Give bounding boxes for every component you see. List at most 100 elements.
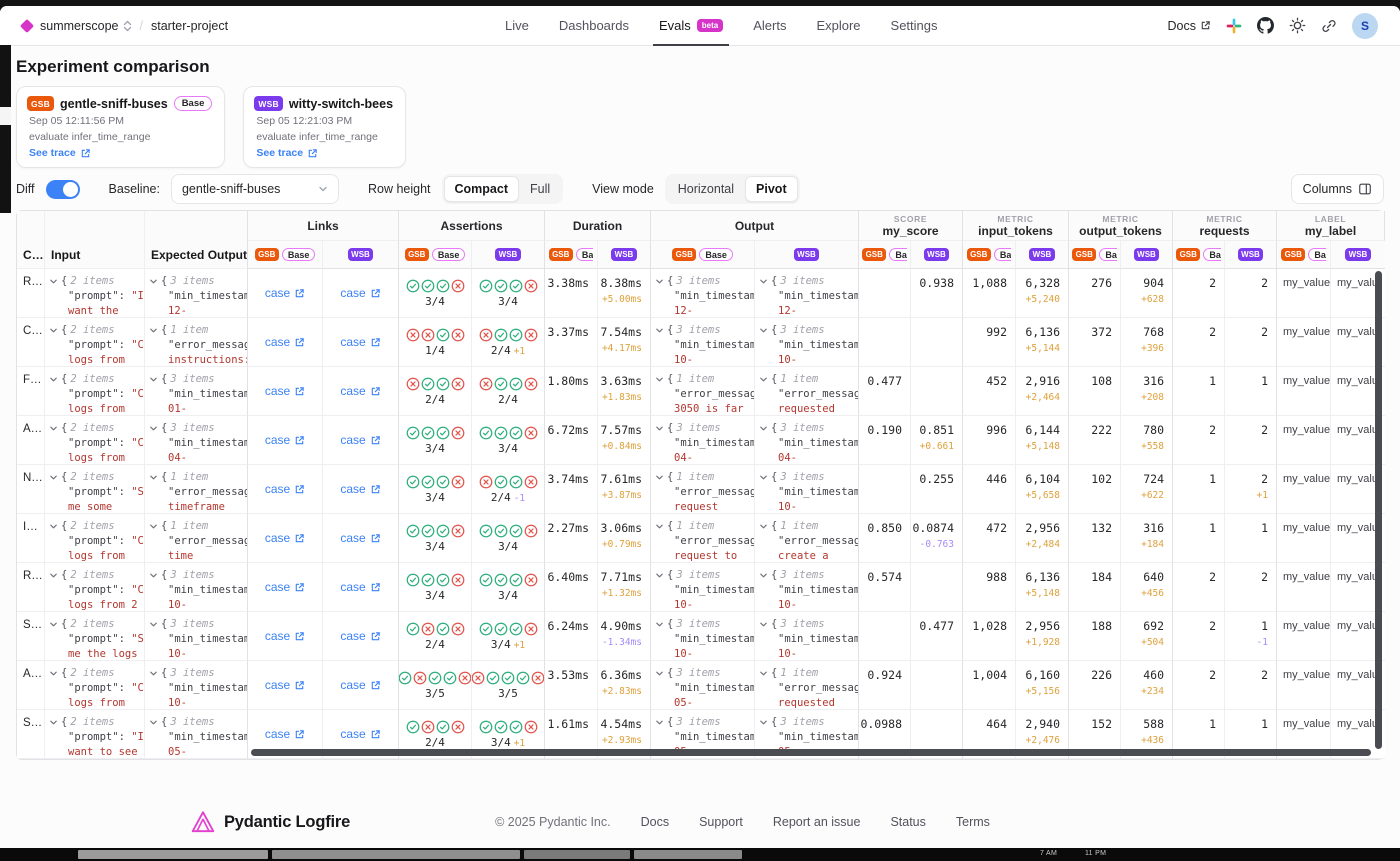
tab-evals[interactable]: Evalsbeta xyxy=(659,6,723,46)
expand-chevron-icon[interactable] xyxy=(759,424,768,433)
expand-chevron-icon[interactable] xyxy=(655,620,664,629)
diff-toggle[interactable] xyxy=(46,180,80,199)
value: 0.0874 xyxy=(912,521,954,535)
expand-chevron-icon[interactable] xyxy=(149,571,158,580)
expand-chevron-icon[interactable] xyxy=(149,522,158,531)
expand-chevron-icon[interactable] xyxy=(49,669,58,678)
pass-icon xyxy=(428,671,442,685)
footer-link-status[interactable]: Status xyxy=(890,815,925,829)
expand-chevron-icon[interactable] xyxy=(149,620,158,629)
case-link[interactable]: case xyxy=(340,629,380,643)
expand-chevron-icon[interactable] xyxy=(149,718,158,727)
case-id-cell: N… xyxy=(17,465,45,514)
see-trace-link[interactable]: See trace xyxy=(254,147,393,159)
tab-settings[interactable]: Settings xyxy=(891,6,938,46)
case-link[interactable]: case xyxy=(340,335,380,349)
expand-chevron-icon[interactable] xyxy=(759,522,768,531)
case-link[interactable]: case xyxy=(340,580,380,594)
expand-chevron-icon[interactable] xyxy=(49,375,58,384)
expand-chevron-icon[interactable] xyxy=(49,522,58,531)
tab-explore[interactable]: Explore xyxy=(816,6,860,46)
org-switcher[interactable]: summerscope xyxy=(40,19,132,33)
expand-chevron-icon[interactable] xyxy=(655,571,664,580)
row-height-toggle-option-compact[interactable]: Compact xyxy=(444,176,519,202)
expand-chevron-icon[interactable] xyxy=(759,277,768,286)
footer-link-support[interactable]: Support xyxy=(699,815,743,829)
case-link[interactable]: case xyxy=(265,482,305,496)
expand-chevron-icon[interactable] xyxy=(759,571,768,580)
expand-chevron-icon[interactable] xyxy=(49,424,58,433)
expected-output-cell: {1 item"error_messageinstructions: xyxy=(145,318,248,367)
pass-icon xyxy=(509,573,523,587)
expand-chevron-icon[interactable] xyxy=(655,522,664,531)
expand-chevron-icon[interactable] xyxy=(759,620,768,629)
case-link[interactable]: case xyxy=(340,384,380,398)
case-link[interactable]: case xyxy=(340,678,380,692)
expand-chevron-icon[interactable] xyxy=(49,571,58,580)
case-link[interactable]: case xyxy=(265,384,305,398)
expand-chevron-icon[interactable] xyxy=(655,718,664,727)
view-mode-toggle-option-horizontal[interactable]: Horizontal xyxy=(667,176,745,202)
expand-chevron-icon[interactable] xyxy=(759,669,768,678)
case-link[interactable]: case xyxy=(340,433,380,447)
case-link[interactable]: case xyxy=(265,629,305,643)
slack-icon[interactable] xyxy=(1226,18,1242,34)
expand-chevron-icon[interactable] xyxy=(49,620,58,629)
json-key: "prompt": xyxy=(68,388,125,400)
case-link[interactable]: case xyxy=(265,727,305,741)
view-mode-toggle-option-pivot[interactable]: Pivot xyxy=(745,176,798,202)
case-link[interactable]: case xyxy=(340,286,380,300)
case-link-cell-gsb: case xyxy=(248,318,323,367)
case-link[interactable]: case xyxy=(265,678,305,692)
case-link[interactable]: case xyxy=(265,531,305,545)
item-count: 1 item xyxy=(170,519,208,534)
columns-button[interactable]: Columns xyxy=(1291,174,1384,204)
output-cell-wsb: {3 items"min_timestamp10- xyxy=(755,318,859,367)
theme-icon[interactable] xyxy=(1289,17,1306,34)
case-link[interactable]: case xyxy=(265,286,305,300)
see-trace-label: See trace xyxy=(256,147,303,159)
docs-link[interactable]: Docs xyxy=(1168,19,1211,33)
expand-chevron-icon[interactable] xyxy=(655,473,664,482)
footer-link-docs[interactable]: Docs xyxy=(641,815,669,829)
expand-chevron-icon[interactable] xyxy=(49,718,58,727)
expand-chevron-icon[interactable] xyxy=(149,424,158,433)
project-name[interactable]: starter-project xyxy=(151,19,228,33)
expand-chevron-icon[interactable] xyxy=(655,669,664,678)
tab-alerts[interactable]: Alerts xyxy=(753,6,786,46)
expand-chevron-icon[interactable] xyxy=(49,277,58,286)
expand-chevron-icon[interactable] xyxy=(759,375,768,384)
case-link[interactable]: case xyxy=(340,482,380,496)
expand-chevron-icon[interactable] xyxy=(149,375,158,384)
baseline-select[interactable]: gentle-sniff-buses xyxy=(171,174,339,204)
expand-chevron-icon[interactable] xyxy=(49,326,58,335)
expand-chevron-icon[interactable] xyxy=(759,718,768,727)
case-link[interactable]: case xyxy=(340,727,380,741)
expand-chevron-icon[interactable] xyxy=(655,326,664,335)
expand-chevron-icon[interactable] xyxy=(149,326,158,335)
tab-live[interactable]: Live xyxy=(505,6,529,46)
link-icon[interactable] xyxy=(1321,18,1337,34)
case-link[interactable]: case xyxy=(265,335,305,349)
expand-chevron-icon[interactable] xyxy=(149,669,158,678)
expand-chevron-icon[interactable] xyxy=(49,473,58,482)
expand-chevron-icon[interactable] xyxy=(655,375,664,384)
horizontal-scrollbar[interactable] xyxy=(251,749,1371,756)
expand-chevron-icon[interactable] xyxy=(655,424,664,433)
expand-chevron-icon[interactable] xyxy=(655,277,664,286)
expand-chevron-icon[interactable] xyxy=(759,473,768,482)
case-link[interactable]: case xyxy=(340,531,380,545)
user-avatar[interactable]: S xyxy=(1352,13,1378,39)
github-icon[interactable] xyxy=(1257,17,1274,34)
row-height-toggle-option-full[interactable]: Full xyxy=(519,176,561,202)
vertical-scrollbar[interactable] xyxy=(1375,271,1382,749)
expand-chevron-icon[interactable] xyxy=(149,473,158,482)
see-trace-link[interactable]: See trace xyxy=(27,147,212,159)
case-link[interactable]: case xyxy=(265,580,305,594)
footer-link-terms[interactable]: Terms xyxy=(956,815,990,829)
expand-chevron-icon[interactable] xyxy=(149,277,158,286)
case-link[interactable]: case xyxy=(265,433,305,447)
tab-dashboards[interactable]: Dashboards xyxy=(559,6,629,46)
footer-link-report-an-issue[interactable]: Report an issue xyxy=(773,815,861,829)
expand-chevron-icon[interactable] xyxy=(759,326,768,335)
